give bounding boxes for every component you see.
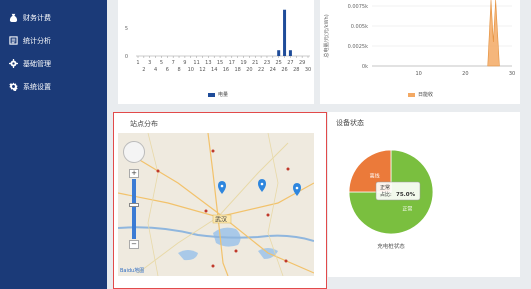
city-label: 武汉 (215, 216, 227, 224)
x-tick-label: 22 (258, 67, 264, 73)
x-tick-label: 5 (160, 60, 163, 66)
energy-bar-chart-panel: 5 0 1 3 5 7 9 11 13 15 17 19 21 23 25 27 29 2 4 6 8 10 12 14 16 1… (118, 0, 314, 104)
zoom-slider-handle[interactable] (129, 203, 139, 207)
x-tick-label: 14 (211, 67, 217, 73)
x-tick-label: 19 (240, 60, 246, 66)
income-area-chart: 0.0075k 0.005k 0.0025k 0k 10 20 30 总电量/元(元/kWh) (323, 0, 515, 77)
x-tick-label: 6 (166, 67, 169, 73)
y-tick-label: 5 (125, 26, 128, 32)
sidebar-item-statistics[interactable]: 统计分析 (0, 29, 107, 52)
x-tick-label: 30 (509, 71, 515, 77)
map-credit: Baidu地图 (120, 268, 145, 274)
x-tick-label: 29 (299, 60, 305, 66)
x-tick-label: 3 (148, 60, 151, 66)
status-pie-chart: 正常离线正常占比: 75.0%充电桩状态 (348, 149, 434, 250)
x-tick-label: 20 (462, 71, 468, 77)
sidebar-item-label: 基础管理 (23, 59, 51, 68)
map-pan-control[interactable] (123, 141, 145, 163)
x-tick-label: 27 (287, 60, 293, 66)
area-chart-legend: 日能收 (408, 91, 433, 98)
x-tick-label: 2 (142, 67, 145, 73)
income-area-chart-panel: 0.0075k 0.005k 0.0025k 0k 10 20 30 总电量/元(元/kWh)… (320, 0, 520, 104)
x-tick-label: 20 (246, 67, 252, 73)
x-tick-label: 8 (177, 67, 180, 73)
x-tick-label: 13 (205, 60, 211, 66)
x-tick-label: 11 (193, 60, 199, 66)
bar (277, 50, 281, 56)
x-tick-label: 23 (264, 60, 270, 66)
slice-label: 离线 (370, 173, 380, 180)
bar-chart-legend: 电量 (208, 91, 228, 98)
x-tick-label: 17 (229, 60, 235, 66)
x-tick-label: 4 (154, 67, 157, 73)
device-status-panel: 设备状态 正常 离线 正常 占比: 75.0% 充电桩状态 (328, 112, 520, 277)
x-tick-label: 10 (415, 71, 421, 77)
map-canvas: 武汉 (118, 133, 314, 276)
legend-label: 电量 (218, 92, 229, 98)
site-map[interactable]: 武汉 + − Baidu地图 (118, 133, 314, 276)
x-tick-label: 30 (305, 67, 311, 73)
tooltip-prefix: 占比: (380, 191, 392, 198)
settings-icon (8, 82, 18, 92)
y-tick-label: 0.0025k (348, 44, 368, 50)
y-axis-title: 总电量/元(元/kWh) (323, 14, 330, 57)
legend-swatch (408, 92, 415, 97)
y-tick-label: 0k (362, 64, 368, 70)
y-tick-label: 0.0075k (348, 4, 368, 10)
zoom-in-button[interactable]: + (129, 169, 139, 178)
x-tick-label: 21 (252, 60, 258, 66)
x-tick-label: 24 (270, 67, 276, 73)
money-bag-icon (8, 13, 18, 23)
x-tick-label: 12 (199, 67, 205, 73)
energy-bar-chart: 501 3 5 7 9 11 13 15 17 19 21 23 25 27 292 4 6 8 10 12 14 16 1… (125, 9, 311, 73)
x-tick-label: 18 (234, 67, 240, 73)
panel-title: 站点分布 (130, 120, 158, 128)
y-tick-label: 0 (125, 54, 128, 60)
x-tick-label: 7 (172, 60, 175, 66)
legend-label: 日能收 (418, 92, 434, 98)
x-tick-label: 1 (136, 60, 139, 66)
y-tick-label: 0.005k (351, 24, 368, 30)
tooltip-name: 正常 (380, 184, 390, 191)
x-tick-label: 26 (281, 67, 287, 73)
sidebar: 财务计费 统计分析 基础管理 系统设置 (0, 0, 107, 289)
legend-swatch (208, 92, 215, 97)
gear-icon (8, 59, 18, 69)
bar (283, 9, 287, 56)
x-tick-label: 16 (223, 67, 229, 73)
x-tick-label: 25 (276, 60, 282, 66)
zoom-slider[interactable] (132, 179, 136, 239)
area-series (487, 0, 500, 67)
bar (288, 50, 292, 56)
chart-list-icon (8, 36, 18, 46)
sidebar-item-label: 系统设置 (23, 82, 51, 91)
x-tick-label: 28 (293, 67, 299, 73)
x-tick-label: 15 (217, 60, 223, 66)
slice-label: 正常 (402, 205, 412, 212)
sidebar-item-label: 统计分析 (23, 36, 51, 45)
sidebar-item-billing[interactable]: 财务计费 (0, 6, 107, 29)
sidebar-item-system-settings[interactable]: 系统设置 (0, 75, 107, 98)
x-tick-label: 10 (188, 67, 194, 73)
zoom-out-button[interactable]: − (129, 240, 139, 249)
x-tick-label: 9 (183, 60, 186, 66)
pie-title: 充电桩状态 (377, 242, 405, 250)
sidebar-item-basic-management[interactable]: 基础管理 (0, 52, 107, 75)
sidebar-item-label: 财务计费 (23, 13, 51, 22)
panel-title: 设备状态 (336, 119, 364, 127)
tooltip-value: 75.0% (396, 192, 416, 198)
